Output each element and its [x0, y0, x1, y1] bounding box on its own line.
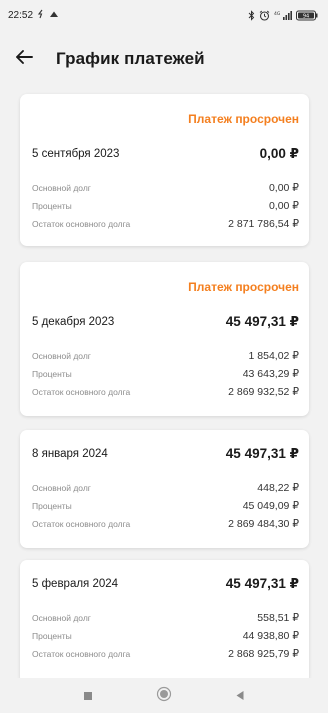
triangle-left-icon	[235, 688, 245, 706]
circle-icon	[156, 686, 172, 707]
payment-details: Основной долг 448,22 ₽ Проценты 45 049,0…	[32, 479, 299, 533]
remaining-value: 2 869 484,30 ₽	[228, 518, 299, 530]
payment-total: 45 497,31 ₽	[225, 576, 299, 591]
principal-label: Основной долг	[32, 183, 91, 193]
recent-apps-button[interactable]	[76, 685, 100, 709]
signal-icon: 4G	[274, 10, 292, 21]
payment-details: Основной долг 558,51 ₽ Проценты 44 938,8…	[32, 609, 299, 663]
remaining-label: Остаток основного долга	[32, 649, 131, 659]
overdue-status-label: Платеж просрочен	[188, 112, 299, 126]
detail-row-principal: Основной долг 448,22 ₽	[32, 479, 299, 497]
status-time: 22:52	[8, 9, 34, 21]
overdue-status-label: Платеж просрочен	[188, 280, 299, 294]
payment-total: 45 497,31 ₽	[225, 314, 299, 329]
detail-row-interest: Проценты 43 643,29 ₽	[32, 365, 299, 383]
payment-date: 5 декабря 2023	[32, 316, 115, 328]
payment-date: 8 января 2024	[32, 448, 108, 460]
detail-row-remaining: Остаток основного долга 2 871 786,54 ₽	[32, 215, 299, 233]
payment-card[interactable]: 8 января 2024 45 497,31 ₽ Основной долг …	[20, 430, 309, 548]
detail-row-principal: Основной долг 558,51 ₽	[32, 609, 299, 627]
principal-value: 448,22 ₽	[257, 482, 299, 494]
payment-card-header: 5 декабря 2023 45 497,31 ₽	[32, 314, 299, 330]
page-title: График платежей	[56, 49, 205, 68]
alarm-icon	[259, 10, 270, 21]
nfc-icon	[37, 9, 45, 22]
status-bar: 22:52 4G 94	[0, 0, 328, 30]
remaining-label: Остаток основного долга	[32, 519, 131, 529]
cloud-upload-icon	[49, 10, 59, 21]
principal-value: 1 854,02 ₽	[248, 350, 299, 362]
payment-total: 0,00 ₽	[259, 146, 299, 161]
detail-row-interest: Проценты 44 938,80 ₽	[32, 627, 299, 645]
arrow-left-icon	[15, 49, 33, 70]
payment-card[interactable]: 5 февраля 2024 45 497,31 ₽ Основной долг…	[20, 560, 309, 678]
payment-date: 5 февраля 2024	[32, 578, 119, 590]
payment-total: 45 497,31 ₽	[225, 446, 299, 461]
remaining-value: 2 869 932,52 ₽	[228, 386, 299, 398]
payment-schedule-list[interactable]: Платеж просрочен 5 сентября 2023 0,00 ₽ …	[0, 90, 328, 678]
app-bar: График платежей	[0, 36, 328, 82]
remaining-value: 2 871 786,54 ₽	[228, 218, 299, 230]
principal-label: Основной долг	[32, 483, 91, 493]
payment-card-header: 8 января 2024 45 497,31 ₽	[32, 446, 299, 462]
interest-value: 45 049,09 ₽	[242, 500, 299, 512]
payment-details: Основной долг 1 854,02 ₽ Проценты 43 643…	[32, 347, 299, 401]
remaining-value: 2 868 925,79 ₽	[228, 648, 299, 660]
square-icon	[83, 688, 93, 706]
payment-card[interactable]: Платеж просрочен 5 сентября 2023 0,00 ₽ …	[20, 94, 309, 246]
system-nav-bar	[0, 680, 328, 713]
battery-icon: 94	[296, 10, 318, 21]
principal-label: Основной долг	[32, 613, 91, 623]
detail-row-principal: Основной долг 0,00 ₽	[32, 179, 299, 197]
detail-row-remaining: Остаток основного долга 2 868 925,79 ₽	[32, 645, 299, 663]
payment-details: Основной долг 0,00 ₽ Проценты 0,00 ₽ Ост…	[32, 179, 299, 233]
interest-value: 44 938,80 ₽	[242, 630, 299, 642]
remaining-label: Остаток основного долга	[32, 387, 131, 397]
detail-row-principal: Основной долг 1 854,02 ₽	[32, 347, 299, 365]
principal-value: 558,51 ₽	[257, 612, 299, 624]
home-button[interactable]	[152, 685, 176, 709]
payment-card-header: 5 февраля 2024 45 497,31 ₽	[32, 576, 299, 592]
detail-row-interest: Проценты 0,00 ₽	[32, 197, 299, 215]
system-back-button[interactable]	[228, 685, 252, 709]
svg-text:4G: 4G	[274, 11, 281, 17]
interest-label: Проценты	[32, 501, 72, 511]
remaining-label: Остаток основного долга	[32, 219, 131, 229]
interest-value: 43 643,29 ₽	[242, 368, 299, 380]
payment-card[interactable]: Платеж просрочен 5 декабря 2023 45 497,3…	[20, 262, 309, 416]
principal-value: 0,00 ₽	[268, 182, 299, 194]
detail-row-remaining: Остаток основного долга 2 869 484,30 ₽	[32, 515, 299, 533]
interest-label: Проценты	[32, 631, 72, 641]
interest-label: Проценты	[32, 369, 72, 379]
status-left: 22:52	[8, 9, 59, 22]
interest-value: 0,00 ₽	[268, 200, 299, 212]
payment-date: 5 сентября 2023	[32, 148, 120, 160]
detail-row-remaining: Остаток основного долга 2 869 932,52 ₽	[32, 383, 299, 401]
detail-row-interest: Проценты 45 049,09 ₽	[32, 497, 299, 515]
principal-label: Основной долг	[32, 351, 91, 361]
battery-level: 94	[303, 13, 309, 19]
bluetooth-icon	[248, 9, 255, 21]
interest-label: Проценты	[32, 201, 72, 211]
payment-card-header: 5 сентября 2023 0,00 ₽	[32, 146, 299, 162]
back-button[interactable]	[2, 37, 46, 81]
status-right: 4G 94	[248, 9, 318, 21]
